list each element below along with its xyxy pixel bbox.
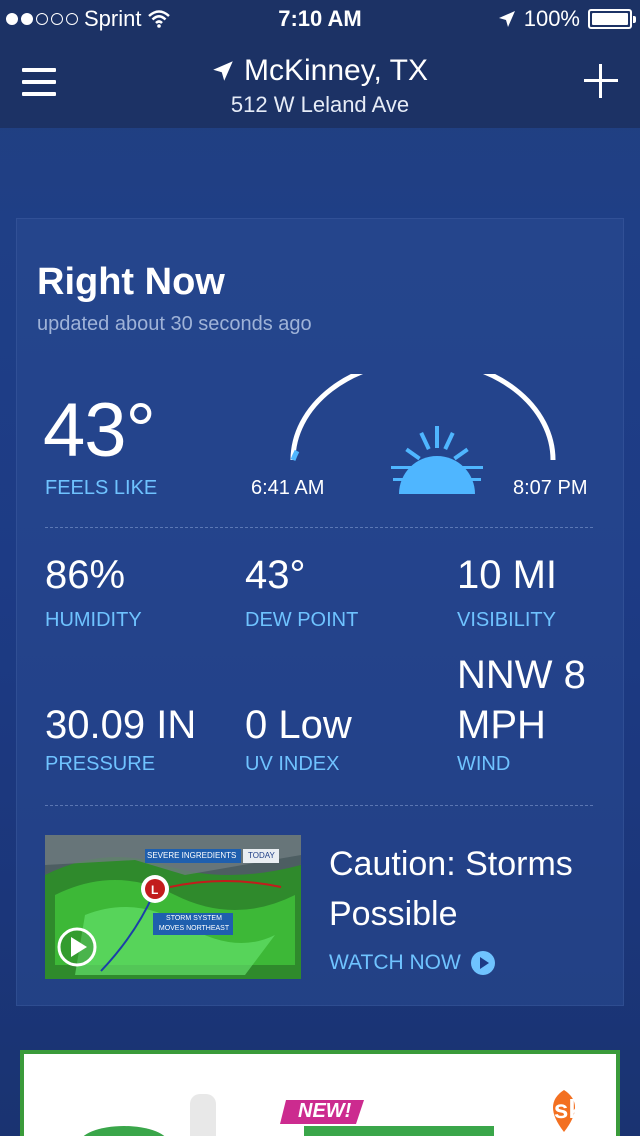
pressure-label: PRESSURE: [45, 753, 156, 775]
status-right: 100%: [498, 6, 636, 32]
wind-value-line2: MPH: [457, 703, 546, 747]
card-title: Right Now: [37, 261, 225, 303]
battery-percent: 100%: [523, 6, 580, 31]
add-location-icon[interactable]: [584, 64, 618, 98]
nav-header: McKinney, TX 512 W Leland Ave: [0, 40, 640, 128]
uv-index-value: 0 Low: [245, 703, 352, 747]
humidity-label: HUMIDITY: [45, 609, 142, 631]
current-temperature: 43°: [43, 388, 156, 473]
thumb-caption: STORM SYSTEM MOVES NORTHEAST: [158, 915, 230, 932]
watch-now-label: WATCH NOW: [329, 951, 461, 974]
visibility-label: VISIBILITY: [457, 609, 556, 631]
ad-brand-logo: gsk: [538, 1094, 583, 1124]
right-now-card: Right Now updated about 30 seconds ago 4…: [16, 218, 624, 1006]
video-headline[interactable]: Caution: Storms Possible: [329, 839, 609, 939]
battery-icon: [588, 9, 636, 29]
updated-timestamp: updated about 30 seconds ago: [37, 313, 312, 335]
location-arrow-icon: [498, 11, 515, 27]
street-address: 512 W Leland Ave: [230, 92, 410, 117]
sunrise-time: 6:41 AM: [251, 477, 325, 499]
city-name: McKinney, TX: [244, 54, 428, 87]
thumb-tag: SEVERE INGREDIENTS: [147, 851, 237, 860]
location-header[interactable]: McKinney, TX 512 W Leland Ave: [0, 54, 640, 118]
visibility-value: 10 MI: [457, 553, 558, 597]
watch-now-link[interactable]: WATCH NOW: [329, 951, 495, 975]
status-bar: Sprint 7:10 AM 100%: [0, 0, 640, 40]
ad-banner[interactable]: NEW! gsk: [20, 1050, 620, 1136]
svg-text:L: L: [151, 883, 158, 897]
location-arrow-icon: [213, 61, 233, 81]
wind-label: WIND: [457, 753, 511, 775]
humidity-value: 86%: [45, 553, 126, 597]
dew-point-value: 43°: [245, 553, 306, 597]
feels-like-label: FEELS LIKE: [45, 477, 158, 499]
play-circle-icon: [470, 951, 495, 975]
dew-point-label: DEW POINT: [245, 609, 359, 631]
divider: [45, 805, 593, 806]
video-thumbnail[interactable]: L SEVERE INGREDIENTS TODAY STORM SYSTEM …: [45, 835, 301, 979]
thumb-today: TODAY: [248, 851, 275, 860]
sunset-time: 8:07 PM: [513, 477, 588, 499]
divider: [45, 527, 593, 528]
sun-icon: [391, 426, 483, 494]
wind-value-line1: NNW 8: [457, 653, 586, 697]
pressure-value: 30.09 IN: [45, 703, 197, 747]
uv-index-label: UV INDEX: [245, 753, 340, 775]
ad-badge: NEW!: [298, 1100, 352, 1122]
